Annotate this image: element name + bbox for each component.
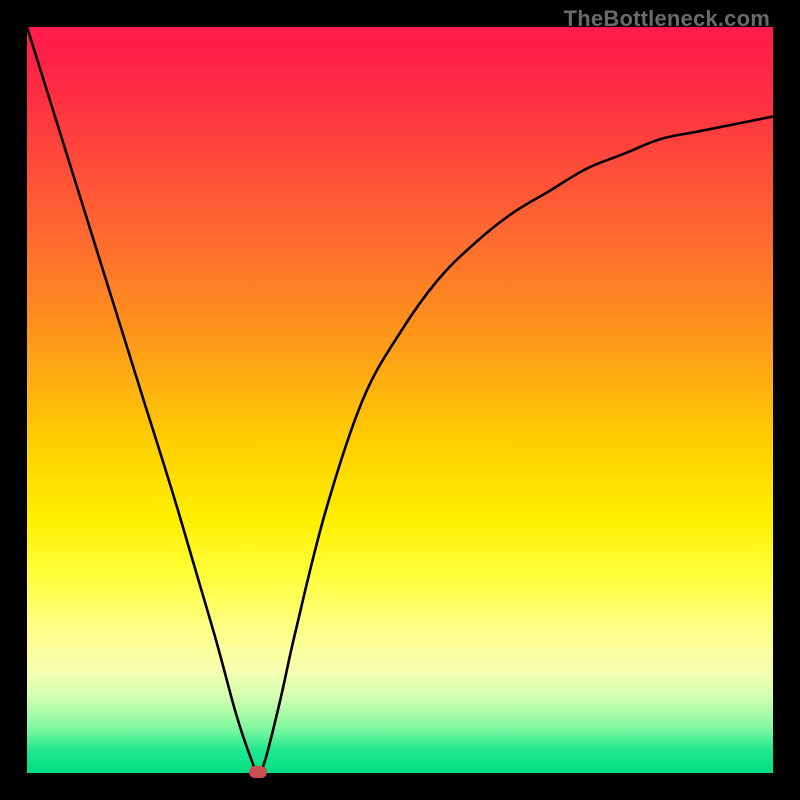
minimum-marker xyxy=(249,766,267,778)
chart-frame: TheBottleneck.com xyxy=(0,0,800,800)
bottleneck-curve xyxy=(27,27,773,773)
plot-area xyxy=(27,27,773,773)
curve-svg xyxy=(27,27,773,773)
